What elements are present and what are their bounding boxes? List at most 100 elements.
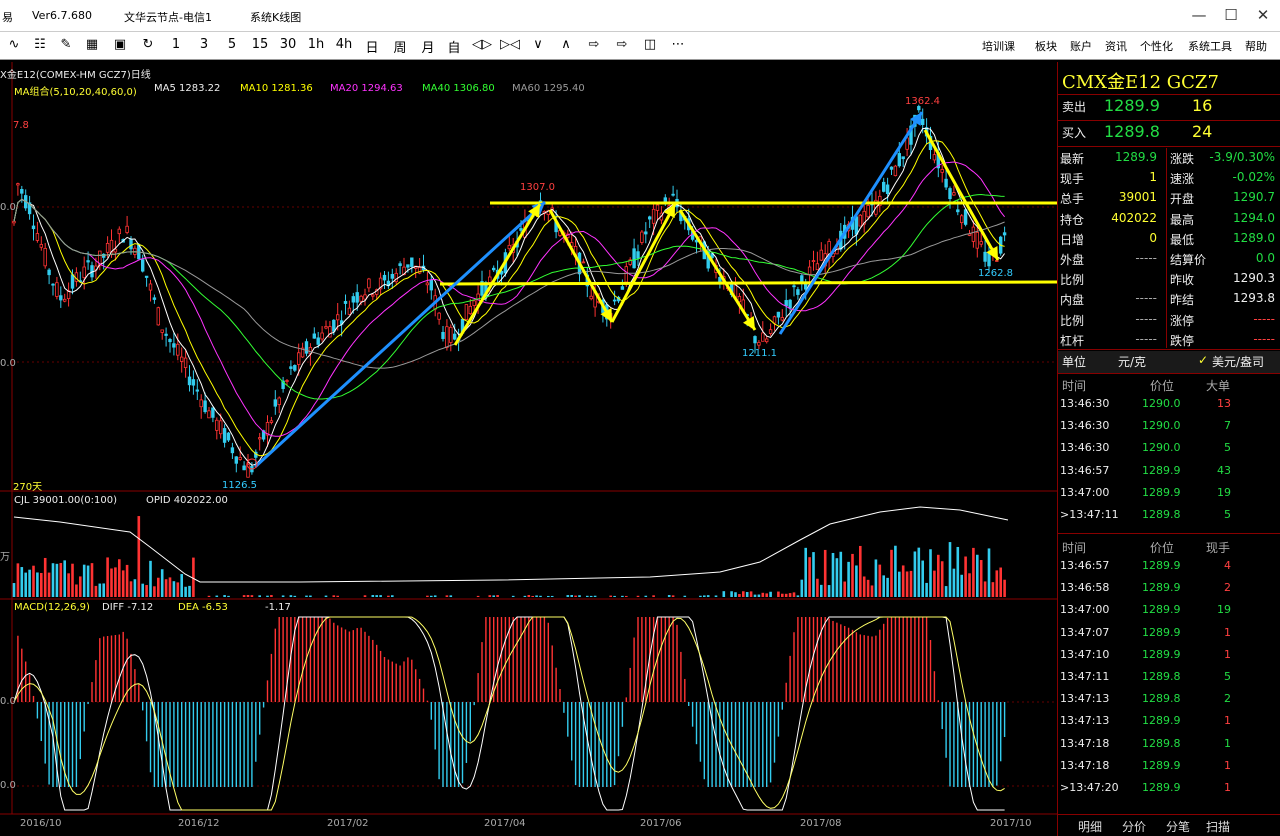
stat-label: 结算价 [1170, 253, 1207, 267]
candle [355, 292, 359, 303]
table-row[interactable]: >13:47:11 1289.8 5 [1058, 506, 1280, 526]
menu-system-tools[interactable]: 系统工具 [1188, 38, 1232, 54]
period-5min[interactable]: 5 [220, 37, 244, 52]
period-day[interactable]: 日 [360, 37, 384, 56]
chevron-down-icon[interactable]: ∨ [526, 37, 550, 52]
volume-bar [839, 551, 843, 597]
table-row[interactable]: >13:47:20 1289.9 1 [1058, 779, 1280, 799]
table-row[interactable]: 13:47:13 1289.8 2 [1058, 690, 1280, 710]
layout-icon[interactable]: ◫ [638, 37, 662, 52]
tab-scan[interactable]: 扫描 [1206, 818, 1230, 835]
row-time: 13:46:30 [1060, 441, 1110, 455]
period-3min[interactable]: 3 [192, 37, 216, 52]
volume-bar [51, 563, 55, 597]
period-15min[interactable]: 15 [248, 37, 272, 52]
menu-help[interactable]: 帮助 [1245, 38, 1267, 54]
ask-row[interactable]: 卖出 1289.9 16 [1058, 96, 1280, 118]
chevron-up-icon[interactable]: ∧ [554, 37, 578, 52]
menu-news[interactable]: 资讯 [1105, 38, 1127, 54]
period-month[interactable]: 月 [416, 37, 440, 56]
volume-bar [149, 560, 152, 597]
period-custom[interactable]: 自 [442, 37, 466, 56]
bid-row[interactable]: 买入 1289.8 24 [1058, 122, 1280, 144]
volume-bar [125, 564, 129, 597]
table-row[interactable]: 13:47:11 1289.8 5 [1058, 668, 1280, 688]
table-row[interactable]: 13:47:00 1289.9 19 [1058, 484, 1280, 504]
unit-option-usd[interactable]: 美元/盎司 [1212, 353, 1264, 370]
volume-bar [118, 559, 121, 597]
table-row[interactable]: 13:47:13 1289.9 1 [1058, 712, 1280, 732]
low-label-1262: 1262.8 [978, 268, 1013, 279]
table-row[interactable]: 13:46:57 1289.9 43 [1058, 462, 1280, 482]
tab-price-dist[interactable]: 分价 [1122, 818, 1146, 835]
arrow-left-icon[interactable]: ⇨ [582, 37, 606, 52]
candle [491, 267, 496, 271]
maximize-icon[interactable]: ☐ [1216, 4, 1246, 26]
menu-sector[interactable]: 板块 [1035, 38, 1057, 54]
volume-bar [309, 595, 312, 597]
close-icon[interactable]: ✕ [1248, 4, 1278, 26]
table-row[interactable]: 13:46:30 1290.0 13 [1058, 395, 1280, 415]
candlestick-icon[interactable]: ☷ [28, 37, 52, 52]
candle [776, 311, 781, 318]
tab-detail[interactable]: 明细 [1078, 818, 1102, 835]
arrow-right-icon[interactable]: ⇨ [610, 37, 634, 52]
menu-personalize[interactable]: 个性化 [1140, 38, 1173, 54]
row-price: 1290.0 [1142, 419, 1181, 433]
zoom-out-icon[interactable]: ▷◁ [498, 37, 522, 52]
support-line [439, 280, 1057, 286]
table-row[interactable]: 13:47:18 1289.9 1 [1058, 757, 1280, 777]
period-4h[interactable]: 4h [332, 37, 356, 52]
minimize-icon[interactable]: — [1184, 4, 1214, 26]
row-price: 1289.8 [1142, 692, 1181, 706]
candle [854, 216, 859, 235]
server-node[interactable]: 文华云节点-电信1 [124, 9, 212, 25]
ma60-label: MA60 1295.40 [512, 83, 585, 94]
menu-training[interactable]: 培训课 [982, 38, 1015, 54]
table-row[interactable]: 13:46:57 1289.9 4 [1058, 557, 1280, 577]
kline-chart[interactable]: X金E12(COMEX-HM GCZ7)日线 MA组合(5,10,20,40,6… [0, 62, 1057, 836]
table-row[interactable]: 13:46:58 1289.9 2 [1058, 579, 1280, 599]
candle [425, 282, 430, 286]
grid-icon[interactable]: ▦ [80, 37, 104, 52]
refresh-icon[interactable]: ↻ [136, 37, 160, 52]
table-row[interactable]: 13:47:18 1289.8 1 [1058, 735, 1280, 755]
bid-volume: 24 [1192, 122, 1213, 141]
row-volume: 1 [1224, 647, 1231, 661]
table-row[interactable]: 13:47:07 1289.9 1 [1058, 624, 1280, 644]
macd-low-label: 0.0 [0, 780, 16, 791]
stat-value: 402022 [1111, 210, 1157, 225]
unit-option-cny[interactable]: 元/克 [1118, 353, 1146, 370]
volume-bar [141, 583, 144, 597]
candle [312, 333, 316, 339]
row-time: 13:46:58 [1060, 581, 1110, 595]
stat-value: ----- [1135, 311, 1157, 326]
more-icon[interactable]: ⋯ [666, 37, 690, 52]
volume-bar [426, 595, 429, 597]
candle [222, 428, 227, 443]
row-time: 13:46:30 [1060, 419, 1110, 433]
table-row[interactable]: 13:47:00 1289.9 19 [1058, 601, 1280, 621]
line-chart-icon[interactable]: ∿ [2, 37, 26, 52]
save-icon[interactable]: ▣ [108, 37, 132, 52]
candle [429, 279, 433, 291]
table-row[interactable]: 13:47:10 1289.9 1 [1058, 646, 1280, 666]
volume-bar [90, 563, 94, 597]
chart-canvas[interactable] [0, 62, 1057, 836]
period-30min[interactable]: 30 [276, 37, 300, 52]
period-1min[interactable]: 1 [164, 37, 188, 52]
candle [269, 420, 274, 423]
period-week[interactable]: 周 [388, 37, 412, 56]
drawing-tool-icon[interactable]: ✎ [54, 37, 78, 52]
chart-mode-menu[interactable]: 系统K线图 [250, 9, 301, 25]
zoom-in-icon[interactable]: ◁▷ [470, 37, 494, 52]
table-row[interactable]: 13:46:30 1290.0 7 [1058, 417, 1280, 437]
volume-bar [449, 595, 453, 597]
menu-account[interactable]: 账户 [1070, 38, 1092, 54]
volume-bar [32, 565, 35, 597]
period-1h[interactable]: 1h [304, 37, 328, 52]
volume-bar [270, 595, 273, 597]
table-row[interactable]: 13:46:30 1290.0 5 [1058, 439, 1280, 459]
tab-ticks[interactable]: 分笔 [1166, 818, 1190, 835]
trend-arrow-blue [253, 200, 547, 469]
